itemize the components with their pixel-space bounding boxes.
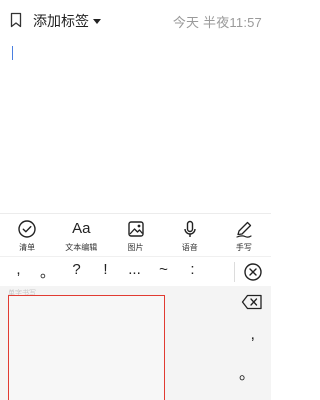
punctuation-bar: , 。 ? ! ... ~ : [0, 256, 271, 286]
text-format-icon: Aa [72, 220, 91, 237]
bookmark-icon[interactable] [10, 12, 22, 28]
punct-key[interactable]: ~ [149, 261, 178, 282]
text-format-label: 文本编辑 [65, 243, 98, 252]
microphone-icon [184, 220, 196, 237]
close-circle-icon[interactable] [243, 262, 263, 282]
checklist-button[interactable]: 清单 [0, 214, 54, 255]
divider [234, 261, 235, 282]
punct-key[interactable]: ... [120, 261, 149, 282]
text-format-button[interactable]: Aa 文本编辑 [54, 214, 108, 255]
handwriting-keyboard: 单字书写 , 。 [0, 286, 271, 400]
note-header: 添加标签 今天 半夜11:57 [0, 0, 271, 42]
check-circle-icon [18, 220, 36, 238]
caret-down-icon [93, 18, 101, 24]
voice-button[interactable]: 语音 [163, 214, 217, 255]
voice-label: 语音 [181, 243, 198, 252]
punct-key[interactable]: ? [62, 261, 91, 282]
add-tag-label: 添加标签 [33, 13, 89, 29]
handwriting-button[interactable]: 手写 [217, 214, 271, 255]
punct-key[interactable]: , [4, 261, 33, 282]
handwriting-label: 手写 [235, 243, 252, 252]
punct-key[interactable]: : [178, 261, 207, 282]
period-key[interactable]: 。 [239, 360, 255, 384]
pen-icon [236, 221, 252, 238]
note-datetime: 今天 半夜11:57 [172, 15, 262, 30]
image-icon [127, 221, 144, 237]
punct-key[interactable]: 。 [33, 261, 62, 282]
keyboard-side-panel: , 。 [170, 286, 271, 400]
add-tag-button[interactable]: 添加标签 [33, 11, 101, 31]
image-label: 图片 [127, 243, 144, 252]
image-button[interactable]: 图片 [108, 214, 162, 255]
comma-key[interactable]: , [251, 326, 255, 344]
backspace-icon[interactable] [241, 294, 263, 310]
punct-key[interactable]: ! [91, 261, 120, 282]
handwriting-pad[interactable] [8, 295, 165, 400]
text-cursor [12, 46, 13, 60]
checklist-label: 清单 [19, 243, 36, 252]
note-editor[interactable] [0, 42, 271, 212]
format-toolbar: 清单 Aa 文本编辑 图片 语音 手写 [0, 213, 271, 255]
